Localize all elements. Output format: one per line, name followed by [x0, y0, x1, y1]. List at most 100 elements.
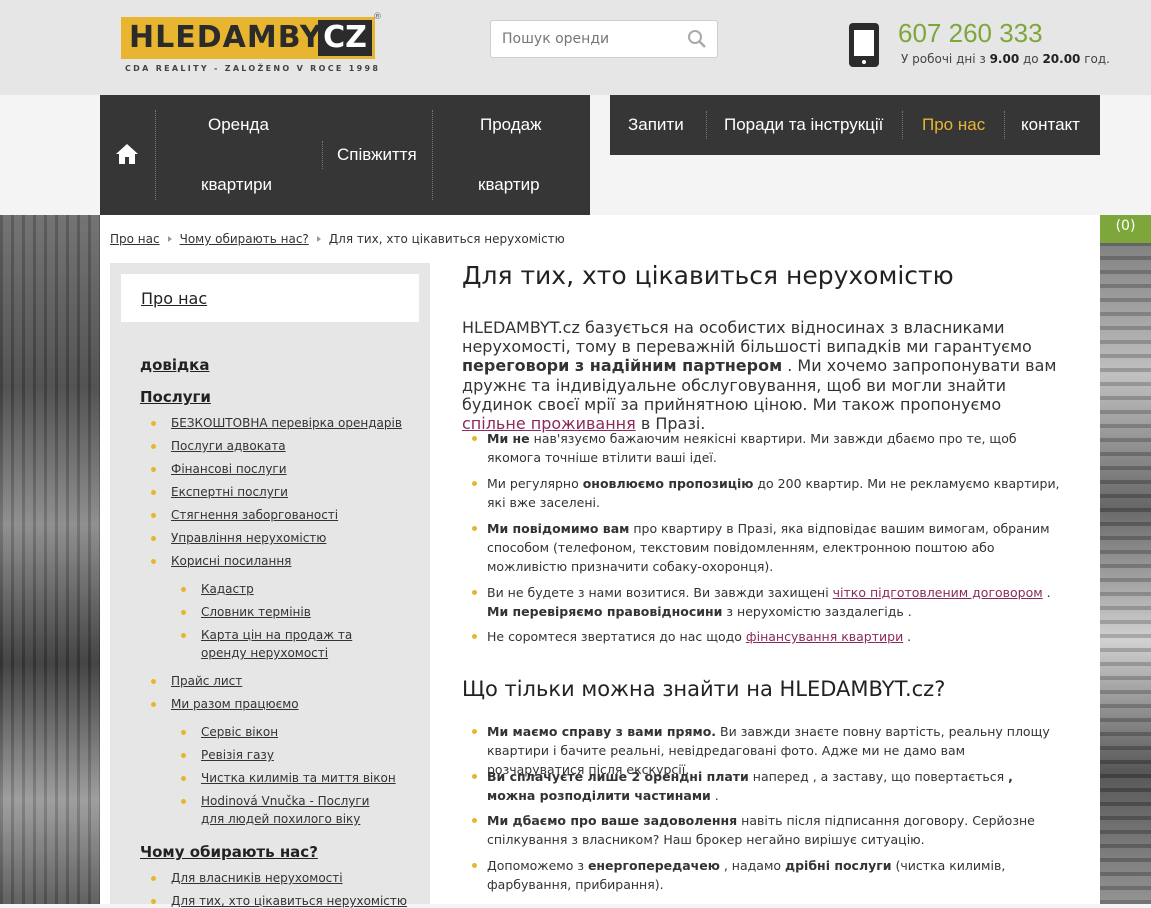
site-logo[interactable]: HLEDAMBYT CZ ® CDA REALITY - ZALOŽENO V … — [121, 12, 382, 77]
logo-cz: CZ — [318, 20, 372, 56]
list-item-bold: Ми маємо справу з вами прямо. — [487, 724, 717, 739]
sidebar-item-price-map[interactable]: Карта цін на продаж та — [201, 628, 352, 642]
list-item: Не соромтеся звертатися до нас щодо фіна… — [472, 627, 1062, 646]
breadcrumb-item[interactable]: Про нас — [110, 232, 160, 246]
nav-rent-line1[interactable]: Оренда — [208, 115, 269, 135]
list-item-text: Ми регулярно — [487, 476, 583, 491]
sidebar-item-windows[interactable]: Сервіс вікон — [201, 725, 278, 739]
breadcrumb-separator-icon — [316, 236, 321, 242]
nav-divider — [902, 111, 903, 139]
list-item-text: наперед , а заставу, що повертається — [748, 769, 1009, 784]
cart-badge[interactable]: (0) — [1100, 215, 1151, 243]
logo-tagline: CDA REALITY - ZALOŽENO V ROCE 1998 — [125, 64, 381, 73]
logo-registered-mark: ® — [373, 12, 382, 22]
bullet-icon — [472, 436, 477, 441]
hours-mid: до — [1019, 52, 1043, 66]
list-item-bold: Ми повідомимо вам — [487, 521, 630, 536]
sidebar-item-owners[interactable]: Для власників нерухомості — [171, 871, 343, 885]
nav-divider — [432, 110, 433, 200]
bullet-icon — [472, 634, 477, 639]
sidebar-item-price-list[interactable]: Прайс лист — [171, 674, 242, 688]
sidebar-item-gas[interactable]: Ревізія газу — [201, 748, 274, 762]
intro-bold: переговори з надійним партнером — [462, 356, 783, 376]
sidebar-item-price-map-line2[interactable]: оренду нерухомості — [201, 646, 328, 660]
sidebar-item-carpets[interactable]: Чистка килимів та миття вікон — [201, 771, 396, 785]
search-box — [490, 20, 718, 58]
bullet-icon — [151, 513, 156, 518]
nav-requests[interactable]: Запити — [628, 115, 684, 135]
nav-about[interactable]: Про нас — [922, 115, 985, 135]
sidebar-heading[interactable]: Про нас — [141, 289, 207, 308]
nav-rent-line2[interactable]: квартири — [201, 175, 272, 195]
bullet-icon — [151, 536, 156, 541]
list-item-text: Допоможемо з — [487, 858, 588, 873]
nav-divider — [322, 141, 323, 169]
list-item-bold: оновлюємо пропозицію — [582, 476, 754, 491]
sidebar-heading-box: Про нас — [121, 274, 419, 322]
phone-number[interactable]: 607 260 333 — [898, 18, 1043, 49]
list-item-bold: Ви сплачуєте лише 2 орендні плати — [487, 769, 749, 784]
hours-from: 9.00 — [989, 52, 1020, 66]
list-item: Ми дбаємо про ваше задоволення навіть пі… — [472, 811, 1062, 849]
sidebar-item-expert[interactable]: Експертні послуги — [171, 485, 288, 499]
nav-sale-line2[interactable]: квартир — [478, 175, 540, 195]
sidebar-item-why-us[interactable]: Чому обирають нас? — [140, 843, 318, 861]
bullet-icon — [472, 526, 477, 531]
financing-link[interactable]: фінансування квартири — [746, 629, 903, 644]
bullet-icon — [472, 774, 477, 779]
nav-contact[interactable]: контакт — [1021, 115, 1080, 135]
bullet-icon — [472, 590, 477, 595]
list-item: Ми повідомимо вам про квартиру в Празі, … — [472, 519, 1062, 576]
sidebar-item-useful-links[interactable]: Корисні посилання — [171, 554, 291, 568]
site-header: HLEDAMBYT CZ ® CDA REALITY - ZALOŽENO V … — [0, 0, 1151, 95]
hours-to: 20.00 — [1042, 52, 1081, 66]
sidebar-item-reference[interactable]: довідка — [140, 356, 209, 374]
search-input[interactable] — [500, 30, 684, 48]
list-item-text: нав'язуємо бажаючим неякісні квартири. М… — [487, 431, 1017, 465]
sidebar-item-lawyer[interactable]: Послуги адвоката — [171, 439, 286, 453]
section-subtitle: Що тільки можна знайти на HLEDAMBYT.cz? — [462, 677, 946, 701]
list-item-bold: Ми не — [487, 431, 530, 446]
sidebar-item-debt[interactable]: Стягнення заборгованості — [171, 508, 338, 522]
logo-text: HLEDAMBYT — [129, 20, 345, 55]
sidebar-item-interested[interactable]: Для тих, хто цікавиться нерухомістю — [171, 894, 407, 908]
search-icon[interactable] — [687, 29, 707, 49]
list-item-text: . — [710, 788, 719, 803]
list-item-text: з нерухомістю заздалегідь . — [722, 604, 912, 619]
sidebar-item-cadastre[interactable]: Кадастр — [201, 582, 254, 596]
sidebar-item-glossary[interactable]: Словник термінів — [201, 605, 311, 619]
bullet-icon — [181, 776, 186, 781]
list-item-text: Ви не будете з нами возитися. Ви завжди … — [487, 585, 833, 600]
nav-sale-line1[interactable]: Продаж — [480, 115, 542, 135]
phone-icon — [849, 23, 879, 67]
breadcrumb-separator-icon — [167, 236, 172, 242]
sidebar-item-hodinova[interactable]: Hodinová Vnučka - Послуги — [201, 794, 369, 808]
intro-paragraph: HLEDAMBYT.cz базується на особистих відн… — [462, 318, 1057, 433]
bullet-icon — [151, 467, 156, 472]
bullet-icon — [151, 490, 156, 495]
list-item-text: . — [1042, 585, 1051, 600]
sidebar-item-hodinova-line2[interactable]: для людей похилого віку — [201, 812, 360, 826]
breadcrumb: Про нас Чому обирають нас? Для тих, хто ці… — [110, 232, 565, 246]
nav-divider — [155, 110, 156, 200]
list-item-bold: дрібні послуги — [785, 858, 892, 873]
nav-tips[interactable]: Поради та інструкції — [724, 115, 883, 135]
bullet-icon — [472, 481, 477, 486]
bullet-icon — [181, 633, 186, 638]
sidebar-item-services[interactable]: Послуги — [140, 388, 211, 406]
sidebar-item-finance[interactable]: Фінансові послуги — [171, 462, 287, 476]
contract-link[interactable]: чітко підготовленим договором — [833, 585, 1043, 600]
main-nav-right: Запити Поради та інструкції Про нас конт… — [610, 95, 1100, 155]
breadcrumb-item[interactable]: Чому обирають нас? — [180, 232, 309, 246]
bullet-icon — [181, 730, 186, 735]
bullet-icon — [151, 444, 156, 449]
hours-prefix: У робочі дні з — [901, 52, 990, 66]
home-icon[interactable] — [115, 143, 139, 165]
nav-cohabitation[interactable]: Співжиття — [337, 145, 417, 165]
bullet-icon — [472, 863, 477, 868]
sidebar-item-tenant-check[interactable]: БЕЗКОШТОВНА перевірка орендарів — [171, 416, 402, 430]
sidebar-item-partners[interactable]: Ми разом працюємо — [171, 697, 299, 711]
sidebar-item-management[interactable]: Управління нерухомістю — [171, 531, 326, 545]
list-item: Ви сплачуєте лише 2 орендні плати напере… — [472, 767, 1062, 805]
list-item-text: . — [903, 629, 912, 644]
